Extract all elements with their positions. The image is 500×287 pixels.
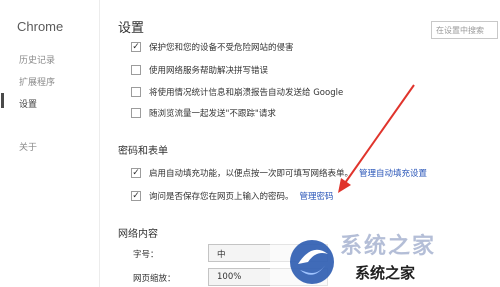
privacy-row-do-not-track[interactable]: 随浏览流量一起发送"不跟踪"请求 <box>131 107 276 119</box>
usage-stats-label: 将使用情况统计信息和崩溃报告自动发送给 Google <box>149 88 344 98</box>
watermark-text: 系统之家 <box>355 264 416 282</box>
settings-search-input[interactable] <box>431 21 498 39</box>
privacy-row-usage-stats[interactable]: 将使用情况统计信息和崩溃报告自动发送给 Google <box>131 86 343 98</box>
safe-browsing-checkbox[interactable]: ✓ <box>131 42 141 52</box>
privacy-row-spelling[interactable]: 使用网络服务帮助解决拼写错误 <box>131 64 268 76</box>
sidebar-item-settings[interactable]: 设置 <box>19 97 37 110</box>
checkmark-icon: ✓ <box>132 167 140 178</box>
do-not-track-checkbox[interactable] <box>131 108 141 118</box>
save-passwords-label: 询问是否保存您在网页上输入的密码。 <box>149 192 294 202</box>
watermark-faded-text: 系统之家 <box>340 233 437 259</box>
checkmark-icon: ✓ <box>132 190 140 201</box>
page-zoom-label: 网页缩放： <box>133 274 176 284</box>
sidebar-item-history[interactable]: 历史记录 <box>19 53 55 66</box>
web-content-section-title: 网络内容 <box>118 229 158 240</box>
sidebar-item-about[interactable]: 关于 <box>19 140 37 153</box>
autofill-row[interactable]: ✓ 启用自动填充功能，以便点按一次即可填写网络表单。 管理自动填充设置 <box>131 167 427 179</box>
checkmark-icon: ✓ <box>132 41 140 52</box>
safe-browsing-label: 保护您和您的设备不受危险网站的侵害 <box>149 43 294 53</box>
usage-stats-checkbox[interactable] <box>131 87 141 97</box>
passwords-section-title: 密码和表单 <box>118 146 168 157</box>
sidebar-item-extensions[interactable]: 扩展程序 <box>19 75 55 88</box>
spelling-label: 使用网络服务帮助解决拼写错误 <box>149 66 269 76</box>
page-title: 设置 <box>118 21 145 36</box>
autofill-label: 启用自动填充功能，以便点按一次即可填写网络表单。 <box>149 169 354 179</box>
chrome-brand: Chrome <box>17 19 64 34</box>
save-passwords-row[interactable]: ✓ 询问是否保存您在网页上输入的密码。 管理密码 <box>131 190 334 202</box>
manage-passwords-link[interactable]: 管理密码 <box>300 190 334 202</box>
privacy-row-safe-browsing[interactable]: ✓ 保护您和您的设备不受危险网站的侵害 <box>131 41 294 53</box>
do-not-track-label: 随浏览流量一起发送"不跟踪"请求 <box>149 109 276 119</box>
autofill-checkbox[interactable]: ✓ <box>131 168 141 178</box>
spelling-checkbox[interactable] <box>131 65 141 75</box>
manage-autofill-link[interactable]: 管理自动填充设置 <box>359 167 427 179</box>
sidebar: Chrome 历史记录 扩展程序 设置 关于 <box>0 0 100 287</box>
font-size-label: 字号： <box>133 250 159 260</box>
active-nav-indicator <box>1 93 4 108</box>
save-passwords-checkbox[interactable]: ✓ <box>131 191 141 201</box>
